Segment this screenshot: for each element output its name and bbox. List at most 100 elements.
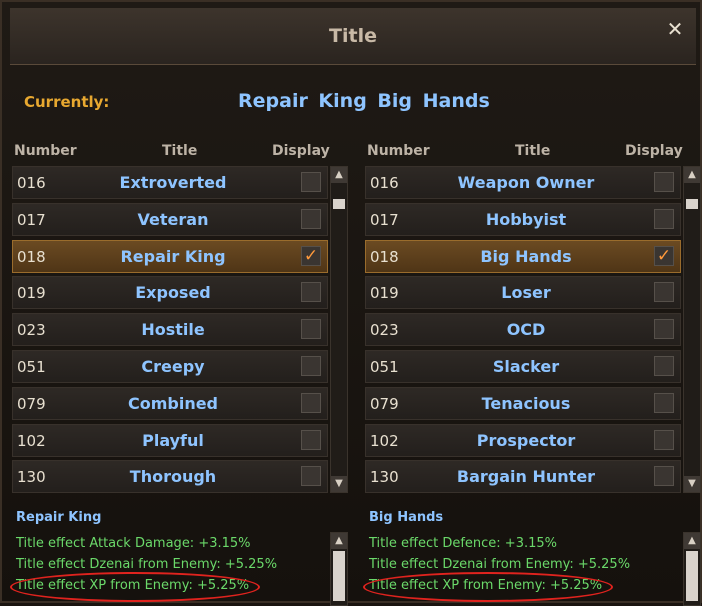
effects-scrollbar[interactable]: ▲ <box>330 532 348 606</box>
display-checkbox[interactable] <box>654 172 674 192</box>
title-number: 102 <box>370 431 399 450</box>
display-checkbox[interactable] <box>301 355 321 376</box>
column-headers: Number Title Display <box>12 140 348 164</box>
current-title-values: Repair King Big Hands <box>238 90 490 112</box>
title-number: 051 <box>17 357 46 376</box>
highlight-circle <box>363 572 613 602</box>
title-list: 016 Weapon Owner 017 Hobbyist 018 Big Hands ✓ 0… <box>365 166 681 497</box>
title-row[interactable]: 102 Playful <box>12 423 328 457</box>
title-number: 079 <box>17 394 46 413</box>
title-effects-right: Big Hands Title effect Defence: +3.15% T… <box>363 506 701 606</box>
title-number: 130 <box>370 468 399 487</box>
title-name: Weapon Owner <box>457 173 595 192</box>
title-name: Combined <box>127 393 219 413</box>
title-row[interactable]: 018 Repair King ✓ <box>12 239 328 273</box>
display-checkbox[interactable] <box>301 429 321 450</box>
close-icon[interactable]: ✕ <box>664 18 686 40</box>
title-row[interactable]: 023 Hostile <box>12 313 328 347</box>
title-number: 019 <box>370 284 399 303</box>
scroll-up-icon[interactable]: ▲ <box>684 533 700 549</box>
title-row[interactable]: 102 Prospector <box>365 423 681 457</box>
current-titles: Currently: Repair King Big Hands <box>24 90 684 116</box>
title-row[interactable]: 017 Hobbyist <box>365 202 681 236</box>
title-number: 019 <box>17 284 46 303</box>
display-checkbox[interactable] <box>654 466 674 487</box>
title-list-right: Number Title Display 016 Weapon Owner 017 H… <box>365 140 701 494</box>
column-header-number: Number <box>14 143 77 159</box>
title-name: Playful <box>142 430 204 450</box>
title-row[interactable]: 016 Weapon Owner <box>365 166 681 199</box>
title-name: OCD <box>506 320 546 340</box>
title-row[interactable]: 018 Big Hands ✓ <box>365 239 681 273</box>
display-checkbox[interactable] <box>301 319 321 340</box>
title-number: 016 <box>370 174 399 192</box>
display-checkbox[interactable] <box>301 208 321 229</box>
title-name: Big Hands <box>480 246 572 266</box>
column-header-display: Display <box>272 143 330 159</box>
display-checkbox[interactable] <box>654 355 674 376</box>
title-number: 130 <box>17 468 46 487</box>
display-checkbox[interactable] <box>301 392 321 413</box>
title-row[interactable]: 017 Veteran <box>12 202 328 236</box>
effects-title: Big Hands <box>369 510 444 525</box>
display-checkbox[interactable] <box>654 282 674 303</box>
title-name: Loser <box>501 283 551 303</box>
display-checkbox[interactable] <box>301 282 321 303</box>
effects-title: Repair King <box>16 510 102 525</box>
window-titlebar[interactable]: Title ✕ <box>10 8 696 65</box>
display-checkbox[interactable]: ✓ <box>301 245 321 266</box>
title-row[interactable]: 019 Exposed <box>12 276 328 310</box>
display-checkbox[interactable] <box>654 208 674 229</box>
title-row[interactable]: 130 Thorough <box>12 460 328 494</box>
effect-line: Title effect Dzenai from Enemy: +5.25% <box>369 557 631 572</box>
title-name: Bargain Hunter <box>456 467 596 487</box>
column-header-title: Title <box>162 143 198 159</box>
title-number: 102 <box>17 431 46 450</box>
title-number: 017 <box>370 210 399 229</box>
checkmark-icon: ✓ <box>656 245 672 266</box>
scroll-thumb[interactable] <box>333 199 345 209</box>
title-number: 018 <box>370 247 399 266</box>
title-name: Repair King <box>120 246 226 266</box>
effect-line: Title effect Dzenai from Enemy: +5.25% <box>16 557 278 572</box>
scroll-up-icon[interactable]: ▲ <box>684 167 700 183</box>
checkmark-icon: ✓ <box>303 245 319 266</box>
column-headers: Number Title Display <box>365 140 701 164</box>
title-name: Tenacious <box>481 393 571 413</box>
scroll-up-icon[interactable]: ▲ <box>331 533 347 549</box>
title-row[interactable]: 079 Tenacious <box>365 386 681 420</box>
scroll-thumb[interactable] <box>686 551 698 601</box>
title-number: 016 <box>17 174 46 192</box>
column-header-number: Number <box>367 143 430 159</box>
title-row[interactable]: 019 Loser <box>365 276 681 310</box>
scroll-down-icon[interactable]: ▼ <box>684 476 700 492</box>
title-row[interactable]: 016 Extroverted <box>12 166 328 199</box>
title-name: Slacker <box>492 356 560 376</box>
title-row[interactable]: 079 Combined <box>12 386 328 420</box>
title-row[interactable]: 051 Creepy <box>12 349 328 383</box>
title-number: 017 <box>17 210 46 229</box>
scrollbar[interactable]: ▲ ▼ <box>683 166 701 493</box>
effects-scrollbar[interactable]: ▲ <box>683 532 701 606</box>
window-title: Title <box>329 25 377 47</box>
scrollbar[interactable]: ▲ ▼ <box>330 166 348 493</box>
title-name: Exposed <box>135 283 211 303</box>
display-checkbox[interactable] <box>654 319 674 340</box>
display-checkbox[interactable] <box>301 172 321 192</box>
display-checkbox[interactable] <box>301 466 321 487</box>
title-row[interactable]: 051 Slacker <box>365 349 681 383</box>
scroll-up-icon[interactable]: ▲ <box>331 167 347 183</box>
title-row[interactable]: 130 Bargain Hunter <box>365 460 681 494</box>
title-list-left: Number Title Display 016 Extroverted 017 Ve… <box>12 140 348 494</box>
title-name: Veteran <box>137 209 209 229</box>
display-checkbox[interactable] <box>654 429 674 450</box>
display-checkbox[interactable]: ✓ <box>654 245 674 266</box>
scroll-thumb[interactable] <box>333 551 345 601</box>
scroll-down-icon[interactable]: ▼ <box>331 476 347 492</box>
title-row[interactable]: 023 OCD <box>365 313 681 347</box>
display-checkbox[interactable] <box>654 392 674 413</box>
effect-line: Title effect Attack Damage: +3.15% <box>16 536 251 551</box>
scroll-thumb[interactable] <box>686 199 698 209</box>
column-header-title: Title <box>515 143 551 159</box>
highlight-circle <box>10 572 260 602</box>
